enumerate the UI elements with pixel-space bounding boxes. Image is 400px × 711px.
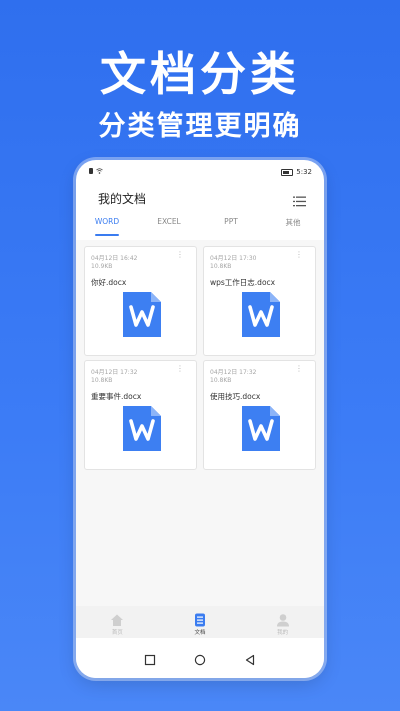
nav-documents[interactable]: 文档 — [159, 606, 242, 638]
bottom-navigation: 首页 文档 我的 — [76, 606, 324, 638]
document-size: 10.8KB — [210, 263, 232, 270]
tab-active-indicator — [95, 234, 119, 236]
document-icon — [193, 612, 207, 627]
tab-word-label: WORD — [94, 217, 120, 226]
document-card[interactable]: 04月12日 16:42 10.9KB ⋮ 你好.docx — [84, 246, 197, 356]
word-file-icon — [242, 406, 280, 451]
nav-home[interactable]: 首页 — [76, 606, 159, 638]
document-card[interactable]: 04月12日 17:30 10.8KB ⋮ wps工作日志.docx — [203, 246, 316, 356]
document-date: 04月12日 16:42 — [91, 255, 138, 262]
tab-excel[interactable]: EXCEL — [138, 214, 200, 238]
more-options-icon[interactable]: ⋮ — [176, 251, 184, 259]
app-bar: 我的文档 — [76, 186, 324, 210]
home-icon — [110, 612, 124, 626]
document-size: 10.9KB — [91, 263, 113, 270]
document-date: 04月12日 17:32 — [91, 369, 138, 376]
more-options-icon[interactable]: ⋮ — [295, 365, 303, 373]
nav-documents-label: 文档 — [194, 630, 206, 636]
sim-card-icon — [89, 168, 93, 174]
status-bar: 5:32 — [76, 160, 324, 180]
document-date: 04月12日 17:30 — [210, 255, 257, 262]
word-file-icon — [123, 292, 161, 337]
more-options-icon[interactable]: ⋮ — [176, 365, 184, 373]
tab-ppt[interactable]: PPT — [200, 214, 262, 238]
file-type-tabs: WORD EXCEL PPT 其他 — [76, 214, 324, 238]
document-list-area: 04月12日 16:42 10.9KB ⋮ 你好.docx 04月12日 17:… — [76, 240, 324, 606]
list-menu-icon[interactable] — [293, 192, 306, 207]
document-size: 10.8KB — [210, 377, 232, 384]
document-card[interactable]: 04月12日 17:32 10.8KB ⋮ 重要事件.docx — [84, 360, 197, 470]
wifi-icon — [96, 168, 103, 174]
promo-subline: 分类管理更明确 — [98, 111, 302, 142]
system-navigation-bar — [76, 638, 324, 678]
document-name: 使用技巧.docx — [210, 392, 261, 401]
promo-headline: 文档分类 — [100, 47, 300, 101]
tab-ppt-label: PPT — [224, 217, 238, 226]
tab-other[interactable]: 其他 — [262, 214, 324, 238]
document-name: 重要事件.docx — [91, 392, 142, 401]
document-card[interactable]: 04月12日 17:32 10.8KB ⋮ 使用技巧.docx — [203, 360, 316, 470]
tab-other-label: 其他 — [285, 218, 301, 227]
word-file-icon — [242, 292, 280, 337]
page-title: 我的文档 — [98, 192, 147, 206]
word-file-icon — [123, 406, 161, 451]
nav-profile[interactable]: 我的 — [241, 606, 324, 638]
profile-icon — [276, 612, 290, 627]
home-button-icon[interactable] — [194, 651, 206, 666]
tab-excel-label: EXCEL — [157, 217, 181, 226]
phone-frame: 5:32 我的文档 WORD EXCEL PPT 其他 04月12日 16:42… — [76, 160, 324, 678]
document-name: 你好.docx — [91, 278, 127, 287]
document-size: 10.8KB — [91, 377, 113, 384]
document-date: 04月12日 17:32 — [210, 369, 257, 376]
battery-icon — [281, 168, 294, 176]
recent-apps-icon[interactable] — [144, 651, 156, 666]
tab-word[interactable]: WORD — [76, 214, 138, 238]
document-name: wps工作日志.docx — [210, 278, 276, 287]
document-grid: 04月12日 16:42 10.9KB ⋮ 你好.docx 04月12日 17:… — [84, 246, 316, 470]
more-options-icon[interactable]: ⋮ — [295, 251, 303, 259]
nav-home-label: 首页 — [111, 630, 123, 636]
nav-profile-label: 我的 — [277, 630, 289, 636]
back-icon[interactable] — [244, 651, 256, 666]
status-time: 5:32 — [296, 168, 312, 176]
